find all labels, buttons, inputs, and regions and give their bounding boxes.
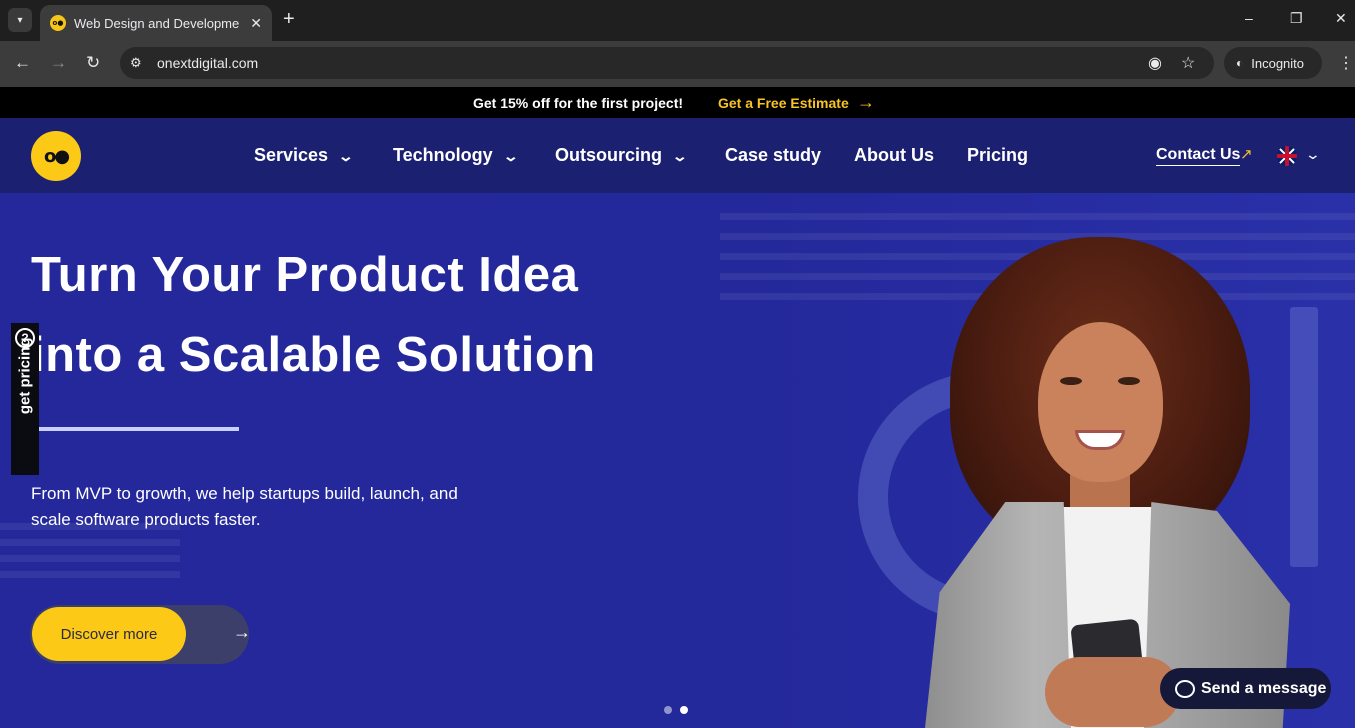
nav-item-services[interactable]: Services ⌄: [254, 145, 355, 166]
bookmark-star-icon[interactable]: ☆: [1181, 53, 1195, 73]
stripe-decoration: [0, 555, 180, 562]
forward-icon[interactable]: →: [50, 53, 67, 73]
hero-title-line2: into a Scalable Solution: [31, 328, 596, 382]
site-logo[interactable]: o●: [31, 131, 81, 181]
send-message-label: Send a message: [1201, 679, 1327, 697]
nav-item-pricing[interactable]: Pricing: [967, 145, 1028, 166]
carousel-dot-2[interactable]: [680, 706, 688, 714]
restore-button[interactable]: ❐: [1290, 10, 1303, 27]
url-text[interactable]: onextdigital.com: [157, 55, 258, 71]
site-header: o● Services ⌄ Technology ⌄ Outsourcing ⌄ Ca…: [0, 118, 1355, 193]
arrow-up-right-icon[interactable]: ↗: [1240, 145, 1253, 163]
chevron-down-icon: ⌄: [671, 148, 689, 164]
stripe-decoration: [720, 213, 1355, 220]
logo-mark: o●: [43, 145, 70, 167]
promo-bar: Get 15% off for the first project! Get a…: [0, 87, 1355, 118]
chat-bubble-icon: [1175, 679, 1195, 698]
stripe-decoration: [0, 539, 180, 546]
new-tab-button[interactable]: +: [283, 8, 295, 31]
window-close-button[interactable]: ✕: [1335, 10, 1347, 27]
arrow-right-icon[interactable]: →: [233, 622, 251, 643]
site-favicon-icon: o●: [50, 15, 66, 31]
hero-person-image: [890, 237, 1310, 728]
nav-item-case-study[interactable]: Case study: [725, 145, 821, 166]
incognito-icon: ◐: [1236, 56, 1244, 70]
get-pricing-tab[interactable]: ? get pricing: [11, 323, 39, 475]
person-face: [1038, 322, 1163, 482]
nav-item-outsourcing[interactable]: Outsourcing ⌄: [555, 145, 689, 166]
nav-item-about-us[interactable]: About Us: [854, 145, 934, 166]
send-message-button[interactable]: Send a message: [1160, 668, 1331, 709]
chevron-down-icon: ⌄: [337, 148, 355, 164]
arrow-right-icon[interactable]: →: [857, 92, 875, 113]
tab-search-button[interactable]: ▾: [8, 8, 32, 32]
discover-more-button[interactable]: Discover more: [32, 607, 186, 661]
get-pricing-label: get pricing: [16, 337, 34, 415]
free-estimate-link[interactable]: Get a Free Estimate: [718, 95, 849, 111]
carousel-dot-1[interactable]: [664, 706, 672, 714]
address-bar[interactable]: ⚙ onextdigital.com ◉ ☆: [120, 47, 1214, 79]
hero-underline: [33, 427, 239, 431]
browser-toolbar: ← → ↻ ⚙ onextdigital.com ◉ ☆ ◐ Incognito…: [0, 41, 1355, 87]
tab-title: Web Design and Development: [74, 15, 239, 31]
web-page: Get 15% off for the first project! Get a…: [0, 87, 1355, 728]
browser-menu-icon[interactable]: ⋮: [1338, 53, 1354, 73]
promo-text: Get 15% off for the first project!: [473, 95, 684, 111]
stripe-decoration: [0, 571, 180, 578]
tracking-eye-icon[interactable]: ◉: [1148, 53, 1162, 73]
back-icon[interactable]: ←: [14, 53, 31, 73]
reload-icon[interactable]: ↻: [86, 53, 100, 73]
discover-more-wrapper[interactable]: Discover more →: [30, 605, 251, 664]
browser-tabbar: ▾ o● Web Design and Development ✕ + – ❐ …: [0, 0, 1355, 41]
browser-tab[interactable]: o● Web Design and Development ✕: [40, 5, 272, 41]
incognito-label: Incognito: [1251, 55, 1305, 71]
minimize-button[interactable]: –: [1245, 10, 1253, 26]
chevron-down-icon: ⌄: [502, 148, 519, 164]
contact-us-link[interactable]: Contact Us: [1156, 146, 1241, 166]
site-info-icon[interactable]: ⚙: [130, 55, 142, 71]
incognito-badge[interactable]: ◐ Incognito: [1224, 47, 1322, 79]
nav-item-technology[interactable]: Technology ⌄: [393, 145, 519, 166]
hero-subtitle: From MVP to growth, we help startups bui…: [31, 484, 458, 529]
uk-flag-icon[interactable]: [1277, 146, 1297, 166]
hero-title-line1: Turn Your Product Idea: [31, 248, 579, 302]
tab-close-icon[interactable]: ✕: [250, 15, 262, 32]
language-chevron-icon[interactable]: ⌄: [1305, 146, 1321, 163]
